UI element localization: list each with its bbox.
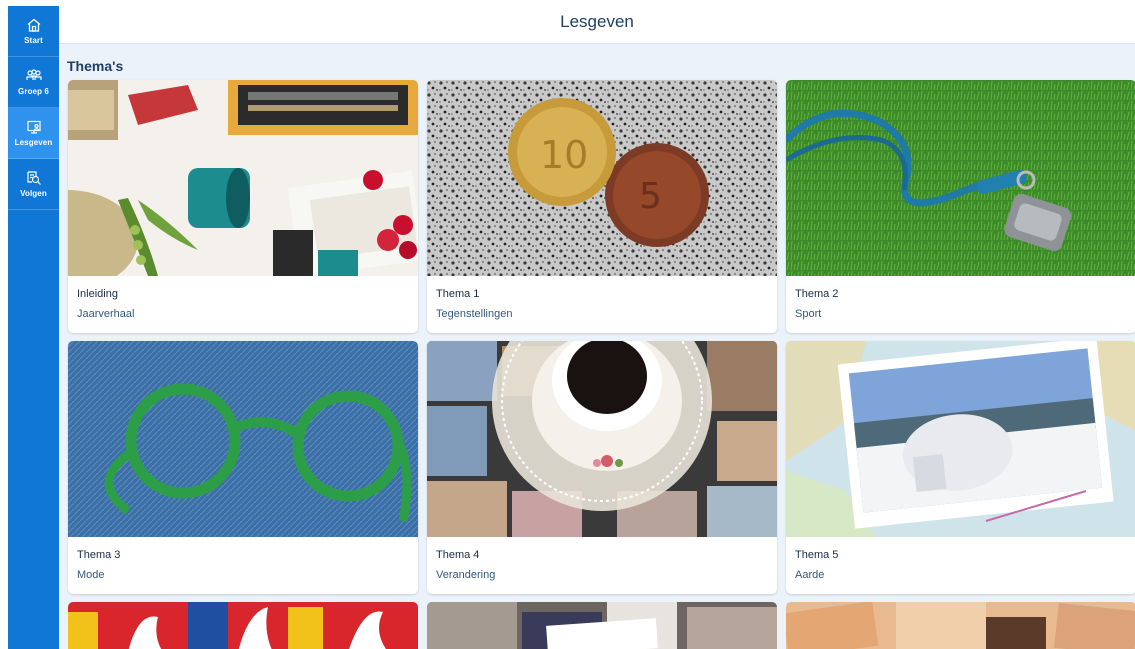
page-title: Lesgeven xyxy=(560,11,634,31)
theme-image xyxy=(786,341,1135,537)
theme-image xyxy=(786,602,1135,649)
theme-image xyxy=(427,602,777,649)
sidebar-item-label: Lesgeven xyxy=(14,138,53,147)
sidebar-item-label: Start xyxy=(24,36,43,45)
sidebar: Start Groep 6 Lesgeven Volgen xyxy=(8,6,59,649)
card-title: Thema 3 xyxy=(77,549,121,561)
theme-image xyxy=(68,80,418,276)
theme-card-inleiding[interactable]: Inleiding Jaarverhaal xyxy=(68,80,418,333)
theme-card-partial[interactable] xyxy=(427,602,777,649)
section-title: Thema's xyxy=(67,58,124,74)
group-icon xyxy=(25,69,42,80)
card-subtitle: Tegenstellingen xyxy=(436,308,513,320)
sidebar-item-groep-6[interactable]: Groep 6 xyxy=(8,57,59,108)
card-subtitle: Sport xyxy=(795,308,822,320)
card-title: Inleiding xyxy=(77,288,118,300)
theme-card-thema-1[interactable]: 5 10 Thema 1 Tegenstellingen xyxy=(427,80,777,333)
sidebar-item-volgen[interactable]: Volgen xyxy=(8,159,59,210)
card-title: Thema 4 xyxy=(436,549,480,561)
theme-card-thema-2[interactable]: Thema 2 Sport xyxy=(786,80,1135,333)
sidebar-item-label: Groep 6 xyxy=(18,87,49,96)
follow-search-icon xyxy=(26,171,41,185)
card-subtitle: Aarde xyxy=(795,569,825,581)
theme-card-thema-4[interactable]: Thema 4 Verandering xyxy=(427,341,777,594)
teach-board-icon xyxy=(26,120,41,134)
svg-text:10: 10 xyxy=(540,133,588,177)
theme-card-partial[interactable] xyxy=(786,602,1135,649)
sidebar-item-label: Volgen xyxy=(20,189,47,198)
card-title: Thema 1 xyxy=(436,288,480,300)
theme-image: 5 10 xyxy=(427,80,777,276)
home-icon xyxy=(27,18,40,32)
card-title: Thema 5 xyxy=(795,549,839,561)
sidebar-item-lesgeven[interactable]: Lesgeven xyxy=(8,108,59,159)
theme-card-thema-3[interactable]: Thema 3 Mode xyxy=(68,341,418,594)
card-subtitle: Verandering xyxy=(436,569,496,581)
theme-image xyxy=(427,341,777,537)
main-content: Thema's Inleiding Jaarverhaal 5 10 Thema… xyxy=(59,44,1135,649)
card-title: Thema 2 xyxy=(795,288,839,300)
svg-text:5: 5 xyxy=(639,176,662,217)
theme-image xyxy=(786,80,1135,276)
page-header: Lesgeven xyxy=(59,0,1135,44)
sidebar-item-start[interactable]: Start xyxy=(8,6,59,57)
theme-image xyxy=(68,341,418,537)
theme-card-partial[interactable] xyxy=(68,602,418,649)
theme-image xyxy=(68,602,418,649)
card-subtitle: Jaarverhaal xyxy=(77,308,135,320)
card-subtitle: Mode xyxy=(77,569,105,581)
theme-card-thema-5[interactable]: Thema 5 Aarde xyxy=(786,341,1135,594)
